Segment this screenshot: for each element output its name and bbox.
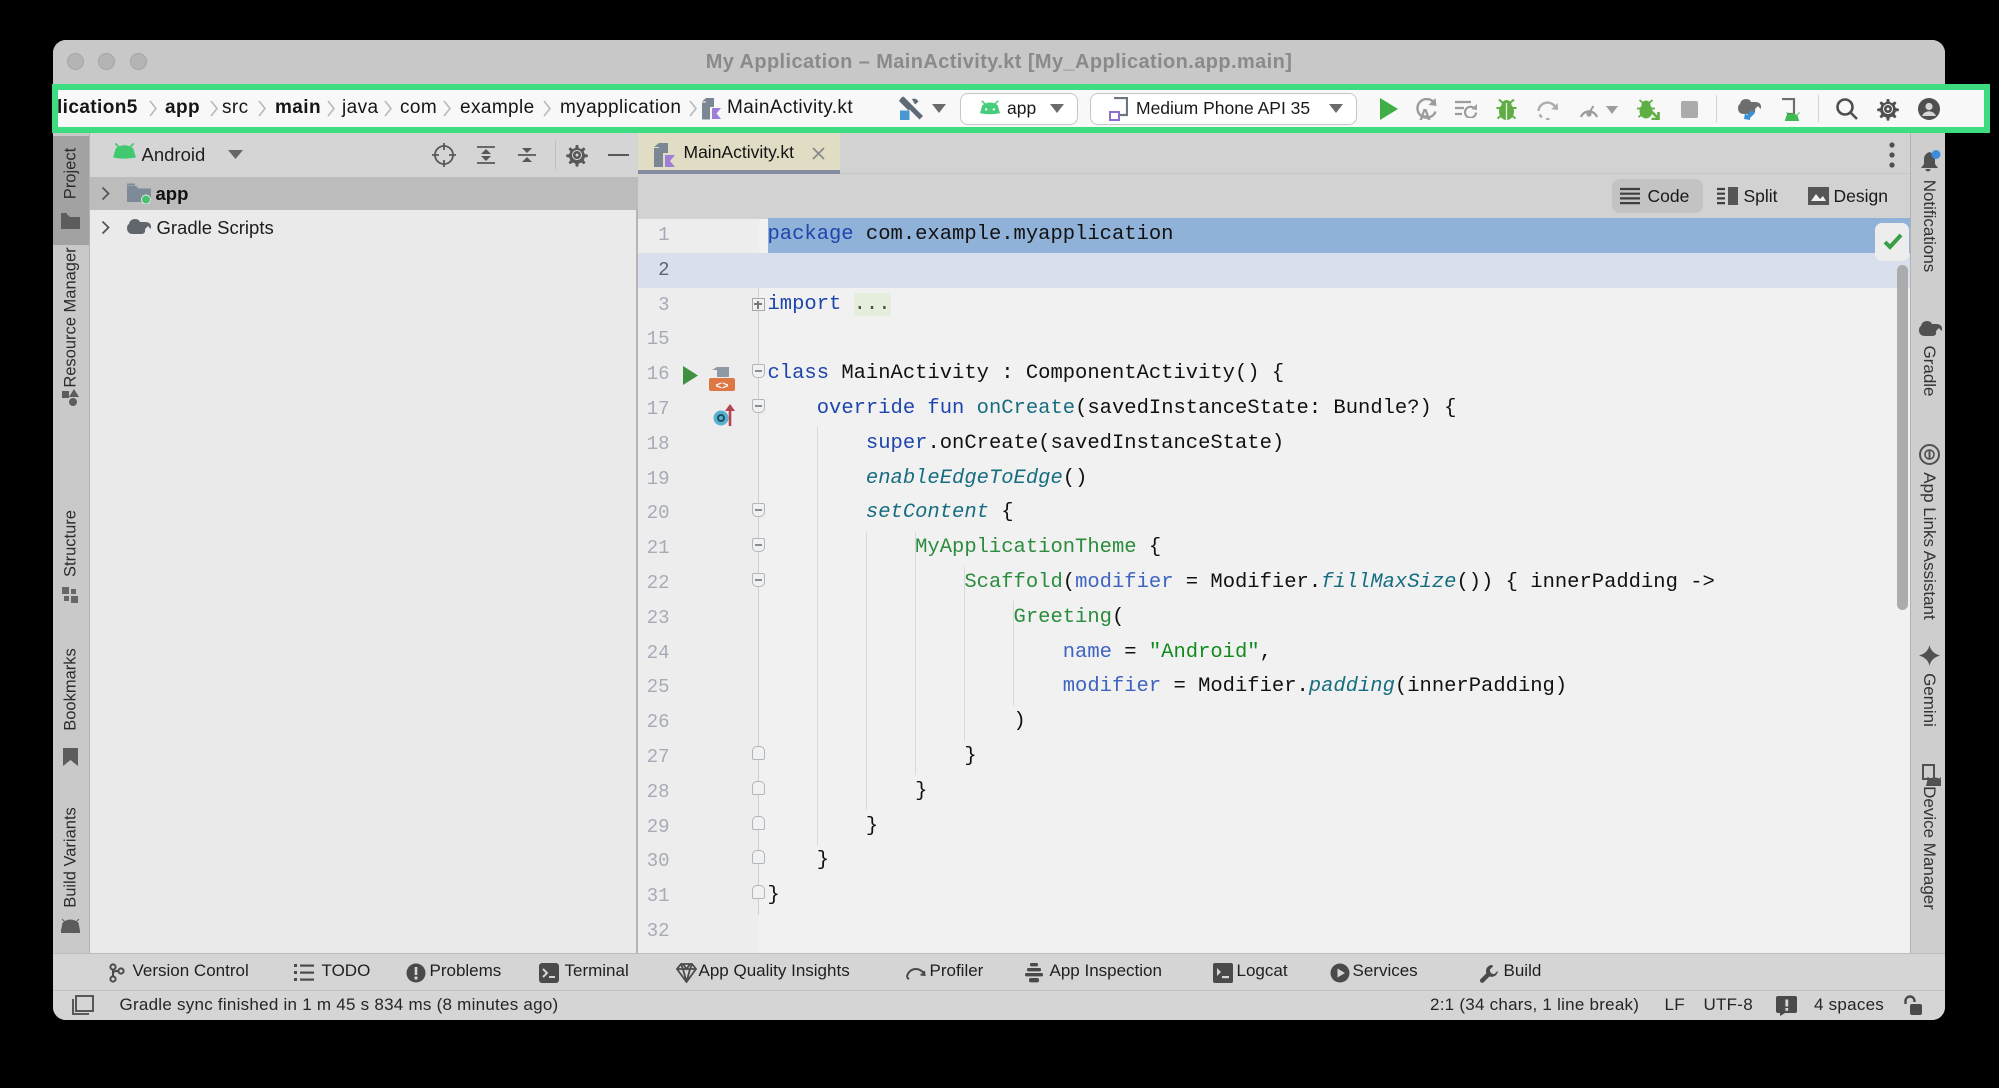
svg-text:<>: <> xyxy=(715,381,729,391)
